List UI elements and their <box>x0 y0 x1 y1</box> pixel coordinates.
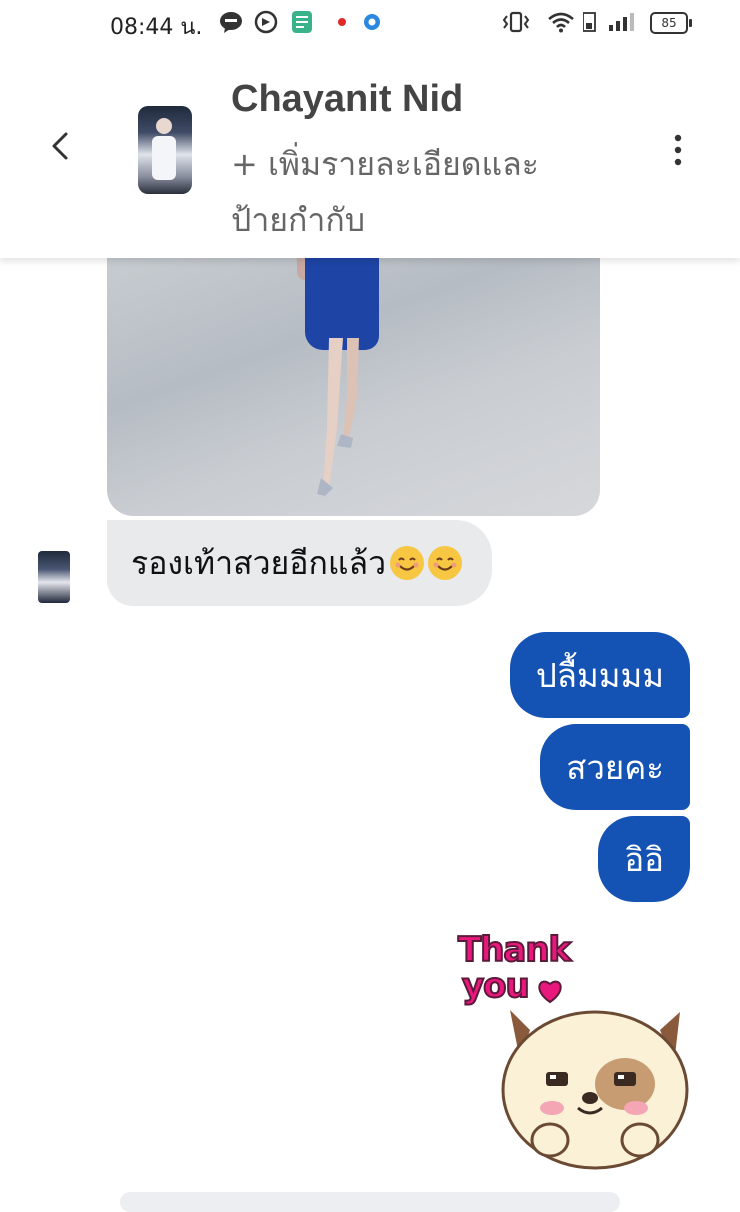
chevron-left-icon <box>52 132 68 160</box>
vibrate-icon <box>500 10 532 34</box>
smiling-face-emoji <box>390 546 425 580</box>
photo-skirt <box>305 258 379 350</box>
message-text: รองเท้าสวยอีกแล้ว <box>131 543 387 582</box>
more-vertical-icon <box>674 134 682 166</box>
smiling-face-emoji <box>428 546 463 580</box>
chat-header: Chayanit Nid + เพิ่มรายละเอียดและ ป้ายกำ… <box>0 46 740 258</box>
app-dot-icon <box>361 10 383 34</box>
thank-you-sticker[interactable]: Thank you <box>450 929 690 1170</box>
outgoing-message-bubble[interactable]: ปลื้มมมม <box>509 632 690 718</box>
line-icon <box>218 10 244 34</box>
contact-avatar[interactable] <box>138 106 192 194</box>
photo-legs <box>317 338 359 496</box>
add-details-link[interactable]: + เพิ่มรายละเอียดและ ป้ายกำกับ <box>231 136 611 248</box>
outgoing-message-bubble[interactable]: สวยคะ <box>540 724 690 810</box>
add-details-line1: + เพิ่มรายละเอียดและ <box>231 145 539 183</box>
contact-name[interactable]: Chayanit Nid <box>231 78 463 121</box>
wifi-icon <box>546 10 576 34</box>
status-time: 08:44 น. <box>110 15 203 40</box>
message-text: ปลื้มมมม <box>535 655 664 695</box>
message-text: อิอิ <box>624 839 664 879</box>
sender-avatar <box>38 551 70 603</box>
incoming-message-bubble[interactable]: รองเท้าสวยอีกแล้ว <box>107 520 493 606</box>
add-details-line2: ป้ายกำกับ <box>231 201 366 239</box>
battery-indicator: 85 <box>650 12 692 34</box>
notification-dot-icon <box>336 10 348 34</box>
more-options-button[interactable] <box>666 130 690 170</box>
sticker-text-thank: Thank <box>457 929 572 971</box>
status-bar: 08:44 น. 85 <box>0 0 740 46</box>
photo-message[interactable] <box>107 258 600 516</box>
composer-edge <box>120 1192 620 1212</box>
refresh-icon <box>253 10 279 34</box>
calculator-icon <box>290 10 314 34</box>
message-text: สวยคะ <box>566 747 664 787</box>
dog-character-icon <box>501 1010 689 1170</box>
back-button[interactable] <box>44 128 80 164</box>
outgoing-message-bubble[interactable]: อิอิ <box>598 816 690 902</box>
signal-icon <box>582 10 638 34</box>
